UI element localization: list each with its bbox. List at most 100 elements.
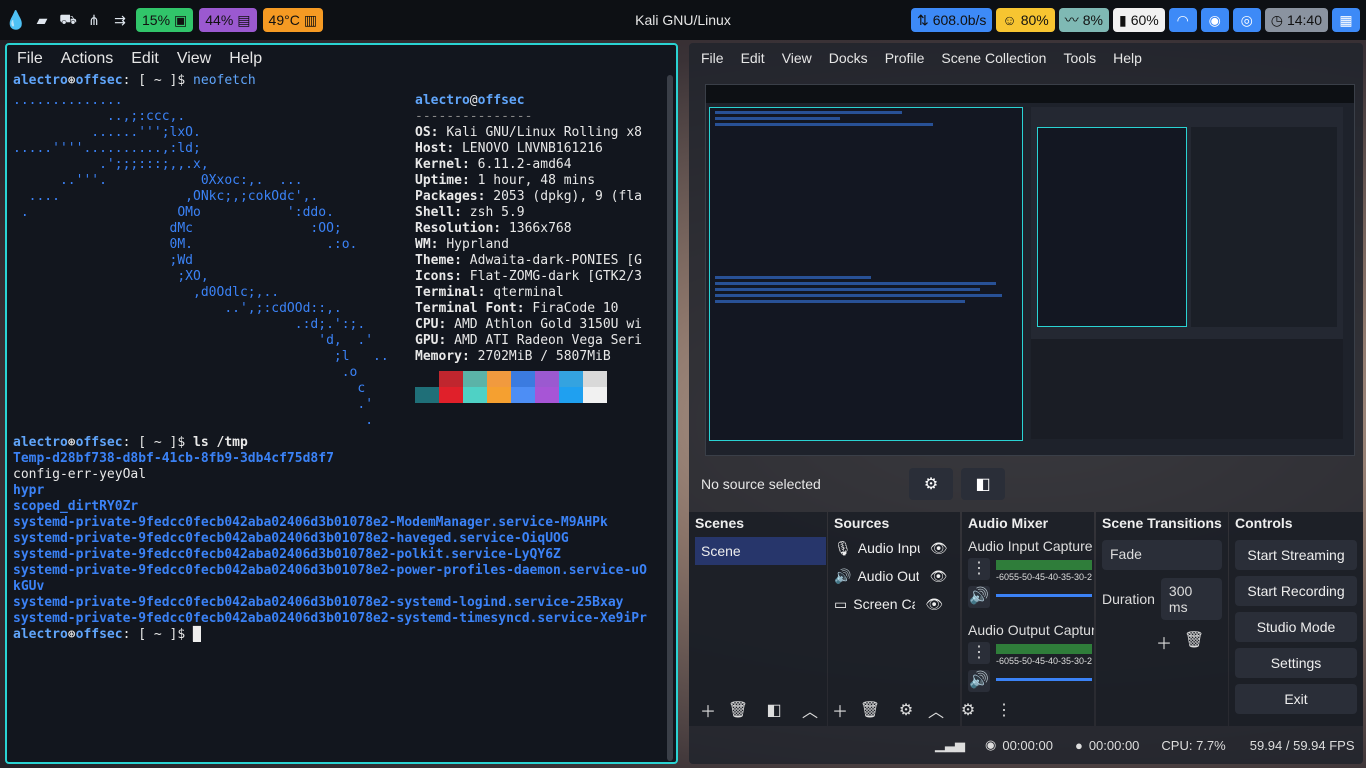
plus-icon[interactable]: ＋ [1156, 630, 1172, 654]
eye-icon[interactable]: 👁 [930, 540, 948, 557]
info-key: Memory [415, 349, 462, 364]
source-settings-button[interactable]: ⚙ [891, 696, 921, 724]
terminal-menu-help[interactable]: Help [229, 50, 262, 68]
info-value: 1366x768 [508, 221, 572, 236]
kebab-menu-icon[interactable]: ⋮ [968, 558, 990, 580]
microphone-icon: 🎙 [834, 539, 852, 556]
ls-output: Temp-d28bf738-d8bf-41cb-8fb9-3db4cf75d8f… [13, 451, 665, 627]
terminal-menu-file[interactable]: File [17, 50, 43, 68]
kebab-menu-icon[interactable]: ⋮ [968, 642, 990, 664]
terminal-menu-actions[interactable]: Actions [61, 50, 113, 68]
share-icon[interactable]: ⋔ [84, 10, 104, 30]
filter-icon: ◧ [766, 702, 782, 719]
add-source-button[interactable]: ＋ [825, 696, 855, 724]
logo-line: .' [13, 397, 374, 412]
prompt-line-3[interactable]: alectro⊛offsec: [ ~ ]$ █ [13, 627, 665, 643]
terminal-menu-edit[interactable]: Edit [131, 50, 159, 68]
obs-menu-file[interactable]: File [701, 50, 724, 66]
droplet-icon[interactable]: 💧 [5, 10, 27, 30]
obs-menu-tools[interactable]: Tools [1063, 50, 1096, 66]
logo-line: ;l .. [13, 349, 389, 364]
brightness-badge[interactable]: ☺ 80% [996, 8, 1055, 32]
mixer-settings-button[interactable]: ⚙ [953, 696, 983, 724]
discord-icon[interactable]: ◉ [1200, 8, 1229, 32]
source-filters-button[interactable]: ◧ [961, 468, 1005, 500]
battery-badge[interactable]: ▮ 60% [1112, 8, 1165, 32]
remove-source-button[interactable]: 🗑 [855, 696, 885, 724]
duration-label: Duration [1102, 591, 1155, 607]
volume-slider[interactable] [996, 594, 1093, 597]
exit-button[interactable]: Exit [1235, 684, 1357, 714]
start-streaming-button[interactable]: Start Streaming [1235, 540, 1357, 570]
obs-preview[interactable] [705, 84, 1355, 456]
source-item-audio-input[interactable]: 🎙 Audio Inpu 👁 [828, 534, 960, 562]
add-scene-button[interactable]: ＋ [693, 696, 723, 724]
obs-menu-scene-collection[interactable]: Scene Collection [941, 50, 1046, 66]
source-item-screen-capture[interactable]: ▭ Screen Cap 👁 [828, 590, 960, 618]
studio-mode-button[interactable]: Studio Mode [1235, 612, 1357, 642]
obs-menu-edit[interactable]: Edit [741, 50, 765, 66]
grid-icon[interactable]: ▦ [1332, 8, 1360, 32]
ls-entry: systemd-private-9fedcc0fecb042aba02406d3… [13, 611, 647, 626]
source-item-audio-output[interactable]: 🔊 Audio Outp 👁 [828, 562, 960, 590]
terminal-scrollbar[interactable] [667, 75, 673, 761]
scenes-dock: Scenes Scene [689, 512, 827, 726]
info-row: CPU: AMD Athlon Gold 3150U wi [415, 317, 642, 332]
folder-icon[interactable]: ▰ [32, 10, 52, 30]
terminal-window[interactable]: File Actions Edit View Help alectro⊛offsec: … [5, 43, 678, 764]
terminal-menu-view[interactable]: View [177, 50, 211, 68]
temperature-badge[interactable]: 49°C ▥ [262, 8, 324, 32]
eye-icon[interactable]: 👁 [929, 568, 947, 585]
obs-menu-help[interactable]: Help [1113, 50, 1142, 66]
remove-scene-button[interactable]: 🗑 [723, 696, 753, 724]
duration-input[interactable]: 300 ms [1160, 578, 1222, 620]
trash-icon[interactable]: 🗑 [1184, 630, 1204, 654]
scene-item[interactable]: Scene [695, 537, 826, 565]
record-time: 00:00:00 [1088, 737, 1140, 753]
info-key: CPU [415, 317, 439, 332]
stream-icon: ◉ [985, 737, 997, 752]
obs-menu-profile[interactable]: Profile [885, 50, 925, 66]
volume-icon[interactable]: 🔊 [968, 586, 990, 608]
ls-entry: config-err-yeyOal [13, 467, 147, 482]
source-properties-button[interactable]: ⚙ [909, 468, 953, 500]
source-up-button[interactable]: ︿ [921, 696, 951, 724]
scene-filter-button[interactable]: ◧ [759, 696, 789, 724]
move-up-button[interactable]: ︿ [795, 696, 825, 724]
chip-icon: ▣ [174, 11, 188, 28]
obs-icon[interactable]: ◎ [1232, 8, 1261, 32]
neofetch-logo: .............. ..,;:ccc,. ......''';lxO.… [13, 93, 389, 429]
gear-icon: ⚙ [923, 476, 939, 493]
obs-menu-view[interactable]: View [782, 50, 812, 66]
palette-swatch [511, 371, 535, 387]
clock-badge[interactable]: ◷ 14:40 [1264, 8, 1328, 32]
info-row: Host: LENOVO LNVNB161216 [415, 141, 603, 156]
mixer-menu-button[interactable]: ⋮ [989, 696, 1019, 724]
info-row: Uptime: 1 hour, 48 mins [415, 173, 596, 188]
wifi-icon[interactable]: ◠ [1168, 8, 1197, 32]
transition-select[interactable]: Fade [1102, 540, 1222, 570]
car-icon[interactable]: ⛟ [58, 10, 78, 30]
network-icon[interactable]: ⇉ [110, 10, 130, 30]
volume-slider[interactable] [996, 678, 1093, 681]
memory-badge[interactable]: 44% ▤ [199, 8, 257, 32]
start-recording-button[interactable]: Start Recording [1235, 576, 1357, 606]
volume-icon[interactable]: 🔊 [968, 670, 990, 692]
info-row: OS: Kali GNU/Linux Rolling x8 [415, 125, 642, 140]
chevron-up-icon: ︿ [801, 704, 818, 721]
info-key: Theme [415, 253, 455, 268]
network-speed-badge[interactable]: ⇅ 608.0b/s [910, 8, 993, 32]
obs-menu-docks[interactable]: Docks [829, 50, 868, 66]
volume-badge[interactable]: 〰 8% [1058, 8, 1109, 32]
ls-entry: systemd-private-9fedcc0fecb042aba02406d3… [13, 515, 608, 530]
meter-ticks: -6055-50-45-40-35-30-2 [996, 572, 1093, 582]
logo-line: .............. [13, 93, 123, 108]
cpu-badge[interactable]: 15% ▣ [136, 8, 194, 32]
kebab-menu-icon: ⋮ [996, 702, 1012, 719]
eye-icon[interactable]: 👁 [925, 596, 943, 613]
sources-dock: Sources 🎙 Audio Inpu 👁 🔊 Audio Outp 👁 ▭ Scree… [828, 512, 960, 726]
cpu-value: 15% [142, 12, 171, 28]
logo-line: . [13, 413, 374, 428]
settings-button[interactable]: Settings [1235, 648, 1357, 678]
logo-line: ..,;:ccc,. [13, 109, 186, 124]
